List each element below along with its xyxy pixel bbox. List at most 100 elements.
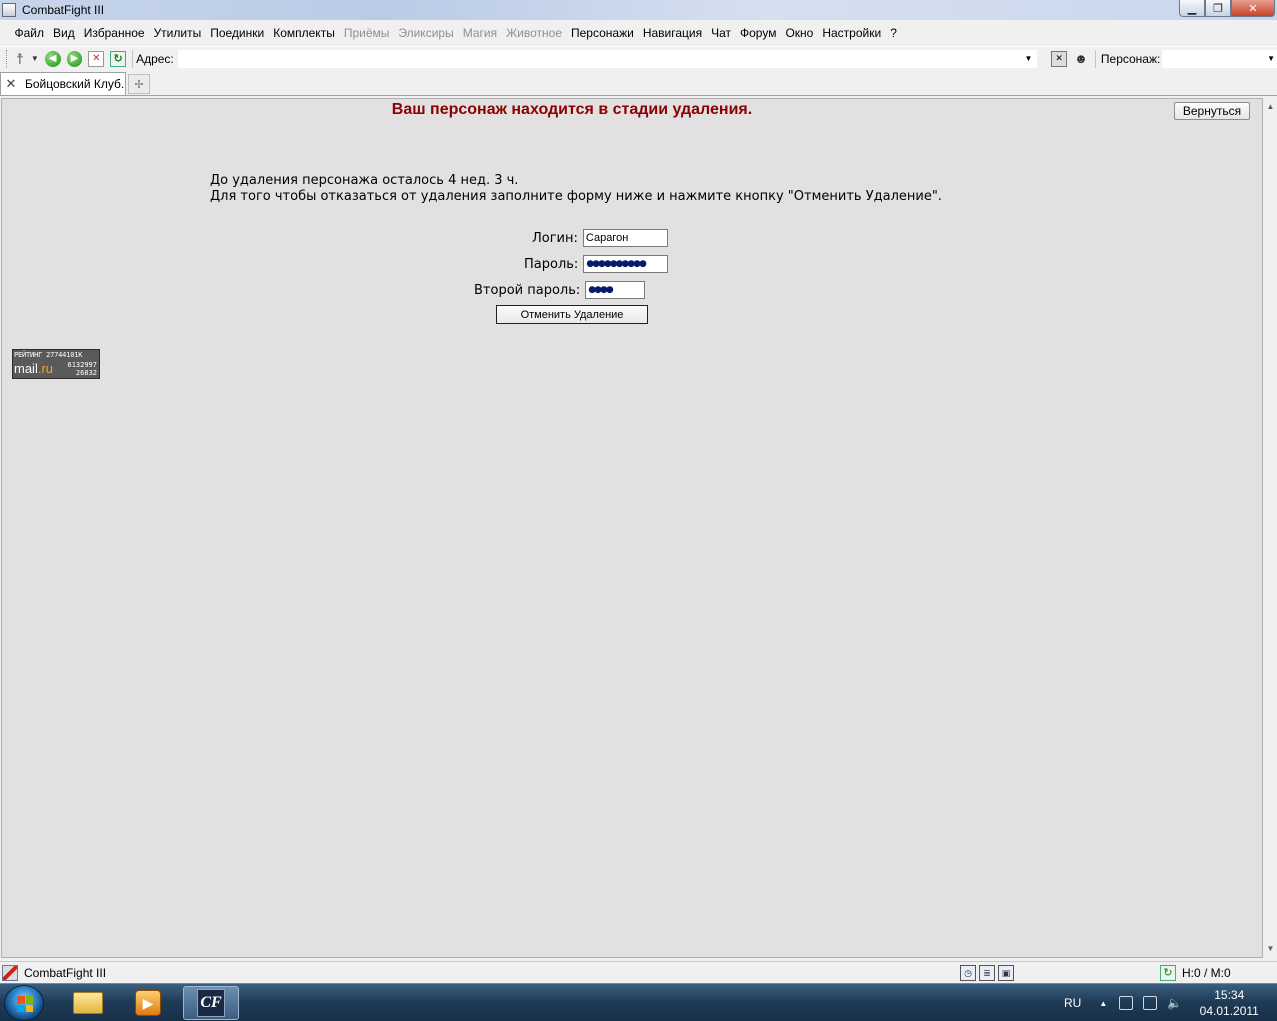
brand-mail: mail (14, 361, 38, 376)
taskbar-combatfight[interactable]: CF (183, 986, 239, 1020)
toolbar-separator (132, 49, 134, 68)
cancel-deletion-button[interactable]: Отменить Удаление (496, 305, 648, 324)
menu-item-16[interactable]: ? (886, 26, 902, 40)
tab-fight-club[interactable]: ✕ Бойцовский Клуб. (0, 72, 126, 95)
brand-ru: .ru (37, 361, 54, 376)
toolbar: ☨ ▼ ◀ ▶ ✕ ↻ Адрес: ▼ ✕ ☻ Персонаж: ▼ (0, 46, 1277, 70)
menu-item-1[interactable]: Вид (49, 26, 80, 40)
counter-stats: 6132997 26832 (67, 361, 97, 377)
login-row: Логин: (532, 229, 668, 247)
document-icon[interactable]: ≣ (979, 965, 995, 981)
deletion-message: До удаления персонажа осталось 4 нед. 3 … (210, 173, 942, 205)
menu-item-15[interactable]: Настройки (818, 26, 886, 40)
start-button[interactable] (4, 985, 44, 1021)
menu-item-4[interactable]: Поединки (206, 26, 269, 40)
status-title: CombatFight III (24, 965, 107, 980)
status-right: ↻ H:0 / M:0 (1160, 965, 1231, 981)
menu-item-2[interactable]: Избранное (79, 26, 149, 40)
folder-icon (73, 992, 103, 1014)
new-tab-icon[interactable]: ✢ (128, 74, 150, 94)
maximize-button[interactable]: ❐ (1205, 0, 1231, 17)
second-password-row: Второй пароль: ●●●● (474, 281, 646, 299)
scroll-down-icon[interactable]: ▼ (1264, 942, 1277, 956)
character-select[interactable] (1162, 49, 1277, 68)
app-status-icon (2, 964, 18, 981)
menu-item-7[interactable]: Эликсиры (394, 26, 458, 40)
mailru-logo: mail.ru (14, 361, 53, 376)
character-label: Персонаж: (1100, 51, 1161, 66)
deletion-time-text: До удаления персонажа осталось 4 нед. 3 … (210, 173, 519, 188)
network-icon[interactable] (1143, 996, 1158, 1010)
tab-label: Бойцовский Клуб. (25, 77, 125, 91)
cross-icon[interactable]: ☨ (12, 51, 28, 68)
status-icons: ◷ ≣ ▣ (960, 965, 1017, 981)
menu-item-0[interactable]: Файл (10, 26, 49, 40)
action-center-flag-icon[interactable] (1119, 996, 1134, 1010)
menu-item-6[interactable]: Приёмы (339, 26, 394, 40)
show-hidden-icons-icon[interactable]: ▲ (1099, 999, 1107, 1008)
second-password-input[interactable]: ●●●● (585, 281, 646, 299)
forward-icon[interactable]: ▶ (66, 50, 83, 67)
window-title: CombatFight III (22, 3, 105, 17)
minimize-button[interactable]: ▁ (1179, 0, 1205, 17)
taskbar-explorer[interactable] (60, 986, 116, 1020)
status-bar: CombatFight III ◷ ≣ ▣ ↻ H:0 / M:0 (0, 961, 1277, 983)
taskbar-media-player[interactable]: ▶ (120, 986, 176, 1020)
dropdown-arrow-icon[interactable]: ▼ (31, 51, 39, 67)
password-input[interactable]: ●●●●●●●●●● (583, 255, 669, 273)
address-input[interactable] (177, 49, 1037, 68)
mailru-rating-counter[interactable]: РЕЙТИНГ 27744101К mail.ru 6132997 26832 (12, 349, 100, 379)
clock-date: 04.01.2011 (1199, 1004, 1259, 1018)
back-icon[interactable]: ◀ (44, 50, 61, 67)
login-label: Логин: (532, 230, 578, 246)
login-input[interactable] (582, 229, 668, 247)
tab-bar: ✕ Бойцовский Клуб. ✢ (0, 72, 1277, 96)
menu-item-3[interactable]: Утилиты (149, 26, 206, 40)
menu-item-14[interactable]: Окно (781, 26, 818, 40)
password-label: Пароль: (524, 256, 579, 272)
second-password-label: Второй пароль: (474, 282, 581, 298)
media-player-icon: ▶ (135, 990, 161, 1016)
combatfight-icon: CF (197, 989, 225, 1017)
windows-logo-icon (17, 996, 33, 1012)
menu-item-10[interactable]: Персонажи (567, 26, 639, 40)
toolbar-separator (1094, 49, 1096, 68)
clock-time: 15:34 (1214, 988, 1245, 1002)
menu-item-8[interactable]: Магия (458, 26, 501, 40)
page-title: Ваш персонаж находится в стадии удаления… (391, 101, 753, 118)
vertical-scrollbar[interactable]: ▲ ▼ (1264, 98, 1277, 958)
app-icon[interactable] (2, 3, 16, 17)
system-tray: RU ▲ 🔈 15:34 04.01.2011 (1064, 984, 1261, 1021)
menu-item-11[interactable]: Навигация (638, 26, 706, 40)
clock[interactable]: 15:34 04.01.2011 (1197, 987, 1261, 1019)
image-icon[interactable]: ▣ (998, 965, 1014, 981)
page-content: Ваш персонаж находится в стадии удаления… (1, 98, 1263, 958)
clear-cache-icon[interactable]: ✕ (1051, 50, 1068, 67)
language-indicator[interactable]: RU (1064, 996, 1081, 1010)
toolbar-grip[interactable] (6, 49, 9, 68)
counter-stat-1: 6132997 (67, 361, 97, 369)
refresh-icon[interactable]: ↻ (110, 50, 127, 67)
close-tab-icon[interactable]: ✕ (3, 76, 19, 92)
status-refresh-icon[interactable]: ↻ (1160, 965, 1176, 981)
menu-item-12[interactable]: Чат (707, 26, 736, 40)
deletion-instructions-text: Для того чтобы отказаться от удаления за… (210, 189, 942, 204)
counter-stat-2: 26832 (75, 369, 97, 377)
volume-icon[interactable]: 🔈 (1167, 996, 1182, 1010)
menu-item-5[interactable]: Комплекты (269, 26, 340, 40)
window-controls: ▁ ❐ ✕ (1179, 0, 1275, 17)
menu-item-9[interactable]: Животное (502, 26, 567, 40)
menu-bar: Файл Вид Избранное Утилиты Поединки Комплекты… (0, 22, 1277, 44)
menu-item-13[interactable]: Форум (736, 26, 781, 40)
taskbar: ▶ CF RU ▲ 🔈 15:34 04.01.2011 (0, 983, 1277, 1021)
users-icon[interactable]: ☻ (1073, 51, 1089, 67)
character-dropdown-icon[interactable]: ▼ (1265, 54, 1277, 63)
address-dropdown-icon[interactable]: ▼ (1023, 54, 1035, 63)
scroll-up-icon[interactable]: ▲ (1264, 100, 1277, 114)
back-button[interactable]: Вернуться (1174, 102, 1250, 120)
address-label: Адрес: (136, 51, 174, 66)
close-button[interactable]: ✕ (1231, 0, 1275, 17)
title-bar: CombatFight III ▁ ❐ ✕ (0, 0, 1277, 20)
clock-icon[interactable]: ◷ (960, 965, 976, 981)
stop-icon[interactable]: ✕ (88, 50, 105, 67)
